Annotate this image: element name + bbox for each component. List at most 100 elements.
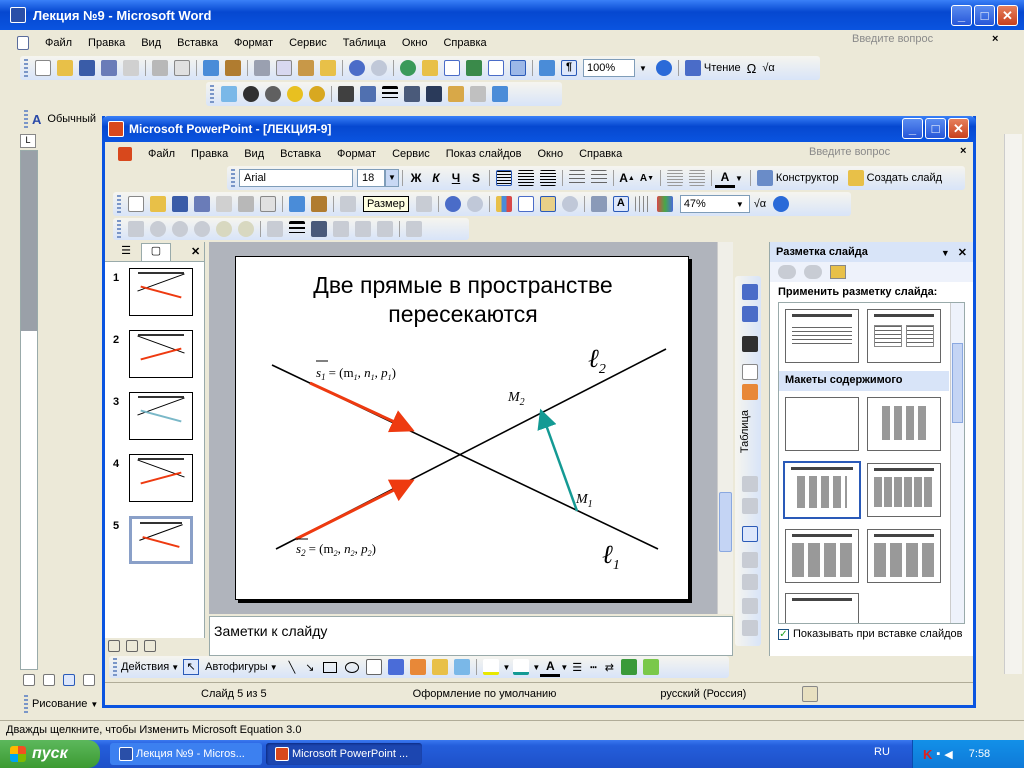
draw-font-color-dropdown-icon[interactable]: ▼ bbox=[560, 663, 568, 672]
word-menu-edit[interactable]: Правка bbox=[88, 37, 125, 49]
forward-icon[interactable] bbox=[804, 265, 822, 279]
layout-blank[interactable] bbox=[785, 397, 859, 451]
line-style-tool-icon[interactable]: ☰ bbox=[572, 661, 582, 674]
ppt-print-icon[interactable] bbox=[238, 196, 254, 212]
ppt-menu-file[interactable]: Файл bbox=[148, 148, 175, 160]
vt-table-label[interactable]: Таблица bbox=[739, 410, 751, 453]
ppt-help-icon[interactable] bbox=[773, 196, 790, 212]
tables-icon[interactable] bbox=[422, 60, 438, 76]
picture-icon[interactable] bbox=[454, 659, 471, 675]
constructor-icon[interactable] bbox=[756, 170, 773, 186]
ppt-crop-icon[interactable] bbox=[267, 221, 283, 237]
outdent-icon[interactable] bbox=[667, 170, 683, 186]
rectangle-tool-icon[interactable] bbox=[323, 661, 338, 673]
crop-icon[interactable] bbox=[338, 86, 354, 102]
new-slide-button[interactable]: Создать слайд bbox=[867, 172, 942, 184]
copy-icon[interactable] bbox=[276, 60, 292, 76]
slide-thumb-4[interactable]: 4 bbox=[105, 448, 204, 510]
sorter-view-button[interactable] bbox=[126, 640, 138, 652]
show-on-insert-checkbox[interactable]: ✓ bbox=[778, 628, 789, 640]
vt-icon-9[interactable] bbox=[742, 552, 758, 568]
ppt-transparent-icon[interactable] bbox=[377, 221, 393, 237]
home-icon[interactable] bbox=[830, 265, 846, 279]
font-color-icon[interactable]: A bbox=[715, 168, 735, 188]
ppt-research-icon[interactable] bbox=[311, 196, 327, 212]
layout-title-content[interactable] bbox=[783, 461, 861, 519]
research-icon[interactable] bbox=[225, 60, 241, 76]
outline-view-icon[interactable] bbox=[83, 674, 95, 686]
antivirus-tray-icon[interactable]: K bbox=[923, 747, 932, 762]
color-grayscale-icon[interactable] bbox=[656, 196, 673, 212]
font-size-dropdown-icon[interactable]: ▼ bbox=[385, 169, 399, 187]
word-menu-help[interactable]: Справка bbox=[443, 37, 486, 49]
arrow-style-icon[interactable]: ⇄ bbox=[605, 661, 614, 674]
color-icon[interactable] bbox=[243, 86, 259, 102]
ppt-paste-icon[interactable] bbox=[415, 196, 432, 212]
align-left-icon[interactable] bbox=[496, 170, 512, 186]
ppt-titlebar[interactable]: Microsoft PowerPoint - [ЛЕКЦИЯ-9] bbox=[102, 116, 976, 142]
ppt-menu-tools[interactable]: Сервис bbox=[392, 148, 430, 160]
line-color-icon[interactable] bbox=[513, 659, 530, 675]
network-tray-icon[interactable]: ▪ bbox=[936, 748, 940, 760]
back-icon[interactable] bbox=[778, 265, 796, 279]
help-icon[interactable] bbox=[655, 60, 672, 76]
constructor-button[interactable]: Конструктор bbox=[776, 172, 839, 184]
slides-pane-close-icon[interactable]: ✕ bbox=[191, 245, 200, 258]
shadow-button[interactable]: S bbox=[466, 168, 486, 188]
word-drawing-menu[interactable]: Рисование bbox=[32, 698, 87, 710]
ppt-menu-help[interactable]: Справка bbox=[579, 148, 622, 160]
open-icon[interactable] bbox=[57, 60, 73, 76]
layout-two-column[interactable] bbox=[867, 309, 941, 363]
start-button[interactable]: пуск bbox=[0, 740, 100, 768]
vt-icon-3[interactable] bbox=[742, 336, 758, 352]
clipart-icon[interactable] bbox=[432, 659, 449, 675]
diagram-icon[interactable] bbox=[410, 659, 427, 675]
numbering-icon[interactable] bbox=[569, 170, 585, 186]
word-reading-button[interactable]: Чтение bbox=[704, 62, 741, 74]
ppt-permission-icon[interactable] bbox=[194, 196, 210, 212]
task-pane-close-icon[interactable]: ✕ bbox=[958, 247, 967, 259]
word-menu-window[interactable]: Окно bbox=[402, 37, 428, 49]
compress-icon[interactable] bbox=[404, 86, 420, 102]
word-vertical-scrollbar[interactable] bbox=[1004, 134, 1022, 674]
font-size-field[interactable]: 18 bbox=[357, 169, 385, 187]
format-painter-icon[interactable] bbox=[320, 60, 336, 76]
fill-color-icon[interactable] bbox=[483, 659, 500, 675]
slide-scrollbar[interactable] bbox=[717, 242, 733, 614]
word-style-field[interactable]: Обычный bbox=[47, 113, 96, 125]
vt-icon-4[interactable] bbox=[742, 364, 758, 380]
italic-button[interactable]: К bbox=[426, 168, 446, 188]
layout-partial[interactable] bbox=[785, 593, 859, 623]
font-field[interactable]: Arial bbox=[239, 169, 353, 187]
redo-icon[interactable] bbox=[371, 60, 387, 76]
ppt-new-icon[interactable] bbox=[128, 196, 144, 212]
outline-tab[interactable]: ☰ bbox=[111, 244, 141, 260]
print-view-icon[interactable] bbox=[63, 674, 75, 686]
font-grow-icon[interactable]: A ▲ bbox=[617, 168, 637, 188]
ppt-preview-icon[interactable] bbox=[260, 196, 276, 212]
slides-tab[interactable]: ▢ bbox=[141, 242, 171, 261]
web-view-icon[interactable] bbox=[43, 674, 55, 686]
table-icon[interactable] bbox=[517, 196, 534, 212]
ppt-reset-icon[interactable] bbox=[406, 221, 422, 237]
ppt-open-icon[interactable] bbox=[150, 196, 166, 212]
slideshow-view-button[interactable] bbox=[144, 640, 156, 652]
language-indicator[interactable]: RU bbox=[874, 746, 890, 758]
vt-icon-7[interactable] bbox=[742, 498, 758, 514]
normal-view-icon[interactable] bbox=[23, 674, 35, 686]
taskbar-item-word[interactable]: Лекция №9 - Micros... bbox=[110, 743, 262, 765]
layout-four-content-b[interactable] bbox=[867, 529, 941, 583]
ppt-insert-picture-icon[interactable] bbox=[128, 221, 144, 237]
equation-icon[interactable]: √α bbox=[762, 62, 774, 74]
slide[interactable]: Две прямые в пространстве пересекаются ℓ… bbox=[235, 256, 689, 600]
word-menu-table[interactable]: Таблица bbox=[343, 37, 386, 49]
expand-all-icon[interactable] bbox=[590, 196, 607, 212]
minimize-button[interactable]: _ bbox=[951, 5, 972, 26]
slide-figure[interactable]: ℓ2 ℓ1 M2 M1 s1 = (m1, n1, p1) s2 = (m2, n2… bbox=[236, 257, 690, 601]
ppt-save-icon[interactable] bbox=[172, 196, 188, 212]
ppt-contrast-icon[interactable] bbox=[172, 221, 188, 237]
ppt-line-style-icon[interactable] bbox=[289, 221, 305, 237]
ppt-close-button[interactable]: ✕ bbox=[948, 118, 969, 139]
ppt-menu-format[interactable]: Формат bbox=[337, 148, 376, 160]
ppt-menu-view[interactable]: Вид bbox=[244, 148, 264, 160]
